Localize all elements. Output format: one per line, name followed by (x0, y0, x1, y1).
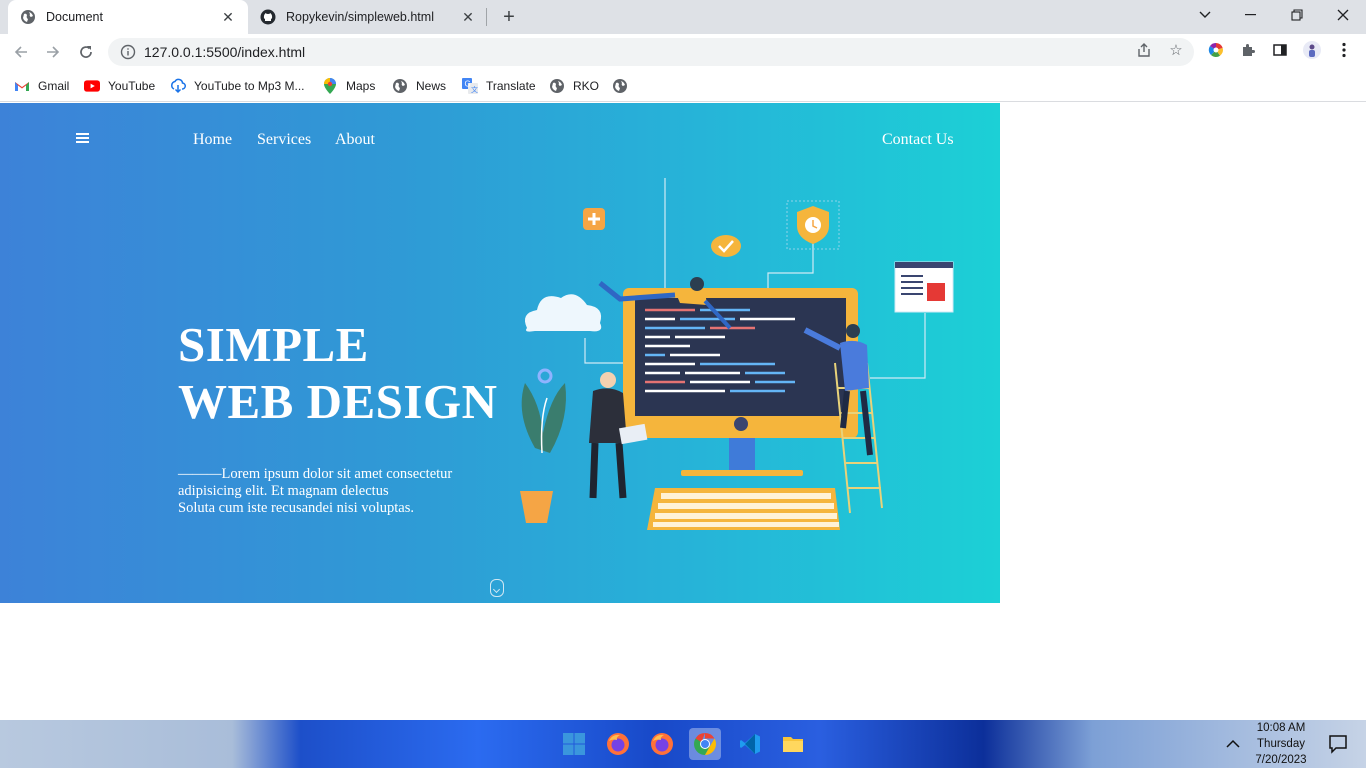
back-icon[interactable] (9, 40, 33, 64)
tab-document[interactable]: Document ✕ (8, 0, 248, 34)
svg-text:G: G (465, 80, 471, 89)
tab-search-icon[interactable] (1182, 0, 1228, 30)
tab-title: Document (46, 10, 103, 24)
new-tab-button[interactable]: + (498, 6, 520, 28)
hero-title-line2: WEB DESIGN (178, 374, 498, 429)
github-icon (260, 9, 276, 25)
globe-icon (20, 9, 36, 25)
menu-kebab-icon[interactable] (1335, 41, 1353, 59)
translate-icon: G文 (462, 78, 478, 94)
bookmark-label: YouTube (108, 79, 156, 93)
scroll-down-icon[interactable] (490, 579, 504, 597)
address-bar[interactable]: 127.0.0.1:5500/index.html (108, 38, 1194, 66)
close-icon[interactable]: ✕ (220, 9, 236, 25)
globe-icon (612, 78, 628, 94)
nav-about-link[interactable]: About (335, 131, 375, 149)
globe-icon (549, 78, 565, 94)
hero-title-line1: SIMPLE (178, 317, 369, 372)
gmail-icon (14, 78, 30, 94)
hero-desc-line2: adipisicing elit. Et magnam delectus (178, 483, 389, 499)
windows-start-icon[interactable] (558, 728, 590, 760)
bookmark-translate[interactable]: G文 Translate (462, 76, 536, 96)
tab-title: Ropykevin/simpleweb.html (286, 10, 434, 24)
info-icon[interactable] (120, 44, 136, 60)
globe-icon (392, 78, 408, 94)
extensions-puzzle-icon[interactable] (1239, 41, 1257, 59)
hero-desc-line3: Soluta cum iste recusandei nisi voluptas… (178, 500, 414, 516)
close-window-icon[interactable] (1320, 0, 1366, 30)
nav-contact-link[interactable]: Contact Us (882, 131, 954, 149)
tab-separator (486, 8, 487, 26)
bookmark-label: News (416, 79, 447, 93)
bookmark-unnamed[interactable] (612, 76, 636, 96)
bookmark-maps[interactable]: Maps (322, 76, 375, 96)
bookmarks-bar: Gmail YouTube YouTube to Mp3 M... Maps N… (0, 70, 1366, 102)
bookmark-youtube[interactable]: YouTube (84, 76, 155, 96)
file-explorer-icon[interactable] (777, 728, 809, 760)
clock-time: 10:08 AM (1256, 722, 1306, 734)
nav-services-link[interactable]: Services (257, 131, 311, 149)
nav-home-link[interactable]: Home (193, 131, 232, 149)
side-panel-icon[interactable] (1271, 41, 1289, 59)
tab-github[interactable]: Ropykevin/simpleweb.html ✕ (248, 0, 488, 34)
bookmark-label: RKO (573, 79, 600, 93)
bookmark-label: YouTube to Mp3 M... (194, 79, 305, 93)
reload-icon[interactable] (74, 40, 98, 64)
url-text: 127.0.0.1:5500/index.html (144, 44, 306, 60)
bookmark-gmail[interactable]: Gmail (14, 76, 69, 96)
hero-section: Home Services About Contact Us SIMPLE WE… (0, 103, 1000, 603)
restore-icon[interactable] (1274, 0, 1320, 30)
youtube-icon (84, 78, 100, 94)
vscode-icon[interactable] (734, 728, 766, 760)
bookmark-rko[interactable]: RKO (549, 76, 599, 96)
bookmark-label: Gmail (38, 79, 70, 93)
minimize-icon[interactable] (1228, 0, 1274, 30)
hamburger-menu-icon[interactable] (76, 133, 90, 145)
browser-toolbar: 127.0.0.1:5500/index.html ☆ (0, 34, 1366, 70)
firefox-icon[interactable] (646, 728, 678, 760)
svg-text:文: 文 (471, 85, 478, 94)
clock-date: 7/20/2023 (1255, 754, 1307, 766)
hero-desc-line1: ———Lorem ipsum dolor sit amet consectetu… (178, 466, 453, 482)
bookmark-label: Maps (346, 79, 376, 93)
maps-icon (322, 78, 338, 94)
profile-avatar[interactable] (1303, 41, 1321, 59)
system-clock[interactable]: 10:08 AM Thursday 7/20/2023 (1244, 720, 1318, 768)
web-design-illustration (520, 178, 954, 530)
download-icon (170, 78, 186, 94)
clock-day: Thursday (1257, 738, 1305, 750)
hero-description: ———Lorem ipsum dolor sit amet consectetu… (178, 466, 478, 517)
firefox-icon[interactable] (602, 728, 634, 760)
color-wheel-extension-icon[interactable] (1207, 41, 1225, 59)
bookmark-label: Translate (486, 79, 536, 93)
tab-strip: Document ✕ Ropykevin/simpleweb.html ✕ + (0, 0, 1366, 34)
windows-taskbar: 10:08 AM Thursday 7/20/2023 (0, 720, 1366, 768)
notification-icon[interactable] (1322, 728, 1354, 760)
hero-title: SIMPLE WEB DESIGN (178, 316, 518, 430)
bookmark-mp3[interactable]: YouTube to Mp3 M... (170, 76, 305, 96)
bookmark-news[interactable]: News (392, 76, 446, 96)
share-icon[interactable] (1135, 41, 1153, 59)
star-icon[interactable]: ☆ (1167, 41, 1185, 59)
chrome-icon[interactable] (689, 728, 721, 760)
close-icon[interactable]: ✕ (460, 9, 476, 25)
forward-icon[interactable] (41, 40, 65, 64)
